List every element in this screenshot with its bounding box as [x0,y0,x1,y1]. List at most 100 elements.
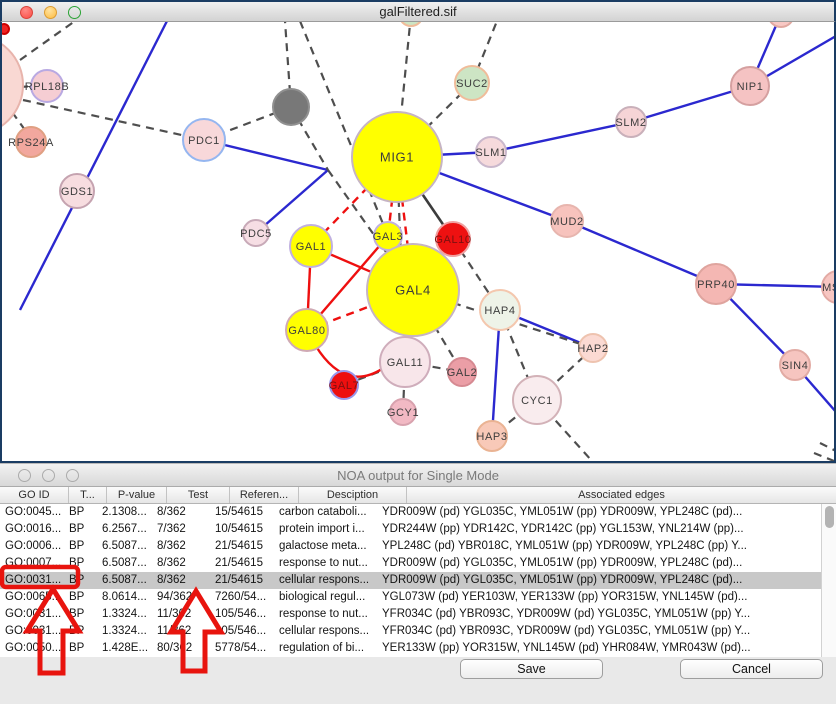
table-cell: cellular respons... [274,572,377,589]
table-cell: YFR034C (pd) YBR093C, YDR009W (pd) YGL03… [377,623,801,640]
graph-node-label-MUD2: MUD2 [550,216,584,228]
graph-node-label-GDS1: GDS1 [61,186,93,198]
graph-node-label-GAL10: GAL10 [434,234,471,246]
graph-node-label-PDC1: PDC1 [188,135,220,147]
table-cell: 105/546... [210,623,274,640]
graph-node-label-MS-edge: MS [822,282,836,294]
table-cell: 7/362 [152,521,210,538]
table-cell: GO:0031... [0,606,64,623]
table-row[interactable]: GO:0016...BP6.2567...7/36210/54615protei… [0,521,821,538]
table-cell: BP [64,572,97,589]
table-row[interactable]: GO:0065...BP8.0614...94/3627260/54...bio… [0,589,821,606]
graph-node-label-GCY1: GCY1 [387,407,419,419]
column-header-associated-edges[interactable]: Associated edges [407,487,836,503]
graph-node-label-CYC1: CYC1 [521,395,553,407]
graph-node-label-NIP1: NIP1 [737,81,764,93]
table-cell: YDR009W (pd) YGL035C, YML051W (pp) YDR00… [377,504,801,521]
table-cell: response to nut... [274,606,377,623]
network-window: RPL18BRPS24AGDS1PDC1MIG1SUC2SLM1SLM2NIP1… [0,0,836,463]
graph-node-label-RPS24A: RPS24A [8,137,54,149]
table-cell: protein import i... [274,521,377,538]
graph-node-label-GAL80: GAL80 [288,325,325,337]
table-cell: GO:0016... [0,521,64,538]
graph-node-label-GAL11: GAL11 [387,357,423,369]
table-cell: 8/362 [152,504,210,521]
table-cell: regulation of bi... [274,640,377,657]
table-cell: 8/362 [152,538,210,555]
graph-node-label-GAL7: GAL7 [329,380,360,392]
graph-node-label-SLM2: SLM2 [615,117,646,129]
table-cell: 80/362 [152,640,210,657]
column-header-referen[interactable]: Referen... [230,487,299,503]
table-body: GO:0045...BP2.1308...8/36215/54615carbon… [0,504,821,657]
table-cell: GO:0050... [0,640,64,657]
table-cell: GO:0007... [0,555,64,572]
table-cell: YPL248C (pd) YBR018C, YML051W (pp) YDR00… [377,538,801,555]
graph-node-label-RPL18B: RPL18B [25,81,70,93]
table-header: GO IDT...P-valueTestReferen...Desciption… [0,487,836,504]
table-cell: biological regul... [274,589,377,606]
table-cell: YDR244W (pp) YDR142C, YDR142C (pp) YGL15… [377,521,801,538]
graph-node-label-SIN4: SIN4 [782,360,809,372]
table-cell: BP [64,521,97,538]
table-row[interactable]: GO:0007...BP6.5087...8/36221/54615respon… [0,555,821,572]
network-canvas[interactable]: RPL18BRPS24AGDS1PDC1MIG1SUC2SLM1SLM2NIP1… [0,0,836,463]
graph-node-label-GAL3: GAL3 [373,231,404,243]
table-cell: 21/54615 [210,572,274,589]
table-cell: 6.5087... [97,555,152,572]
titlebar: NOA output for Single Mode [0,463,836,487]
table-cell: 6.5087... [97,538,152,555]
column-header-p-value[interactable]: P-value [107,487,167,503]
table-cell: BP [64,640,97,657]
table-cell: 2.1308... [97,504,152,521]
table-cell: 1.428E... [97,640,152,657]
table-cell: 105/546... [210,606,274,623]
table-cell: BP [64,504,97,521]
table-cell: GO:0065... [0,589,64,606]
table-cell: YDR009W (pd) YGL035C, YML051W (pp) YDR00… [377,555,801,572]
graph-node-label-HAP4: HAP4 [484,305,515,317]
table-cell: 1.3324... [97,623,152,640]
cancel-button[interactable]: Cancel [680,659,823,679]
graph-node-label-PDC5: PDC5 [240,228,272,240]
table-row[interactable]: GO:0031...BP1.3324...11/362105/546...cel… [0,623,821,640]
column-header-t[interactable]: T... [69,487,107,503]
table-cell: 11/362 [152,623,210,640]
table-cell: YGL073W (pd) YER103W, YER133W (pp) YOR31… [377,589,801,606]
table-row[interactable]: GO:0031...BP1.3324...11/362105/546...res… [0,606,821,623]
table-cell: 11/362 [152,606,210,623]
table-cell: GO:0031... [0,572,64,589]
graph-node-label-MIG1: MIG1 [380,150,414,165]
graph-node-label-GAL4: GAL4 [395,283,431,298]
save-button[interactable]: Save [460,659,603,679]
column-header-test[interactable]: Test [167,487,230,503]
table-cell: 8/362 [152,572,210,589]
table-cell: 94/362 [152,589,210,606]
table-row[interactable]: GO:0006...BP6.5087...8/36221/54615galact… [0,538,821,555]
table-cell: YFR034C (pd) YBR093C, YDR009W (pd) YGL03… [377,606,801,623]
table-cell: GO:0031... [0,623,64,640]
graph-node-dark-node[interactable] [273,89,309,125]
table-cell: YER133W (pp) YOR315W, YNL145W (pd) YHR08… [377,640,801,657]
table-cell: 6.5087... [97,572,152,589]
table-cell: 21/54615 [210,555,274,572]
window-title: NOA output for Single Mode [0,464,836,487]
canvas-background [0,0,836,463]
graph-node-label-HAP2: HAP2 [577,343,608,355]
column-header-desciption[interactable]: Desciption [299,487,407,503]
vertical-scrollbar[interactable] [821,504,836,657]
table-row[interactable]: GO:0045...BP2.1308...8/36215/54615carbon… [0,504,821,521]
table-row[interactable]: GO:0031...BP6.5087...8/36221/54615cellul… [0,572,821,589]
column-header-go-id[interactable]: GO ID [0,487,69,503]
table-cell: 7260/54... [210,589,274,606]
table-cell: 1.3324... [97,606,152,623]
table-cell: 5778/54... [210,640,274,657]
table-cell: carbon cataboli... [274,504,377,521]
table-cell: 15/54615 [210,504,274,521]
table-cell: cellular respons... [274,623,377,640]
titlebar: galFiltered.sif [0,0,836,22]
screen: RPL18BRPS24AGDS1PDC1MIG1SUC2SLM1SLM2NIP1… [0,0,836,704]
scrollbar-thumb[interactable] [825,506,834,528]
table-cell: 10/54615 [210,521,274,538]
table-row[interactable]: GO:0050...BP1.428E...80/3625778/54...reg… [0,640,821,657]
